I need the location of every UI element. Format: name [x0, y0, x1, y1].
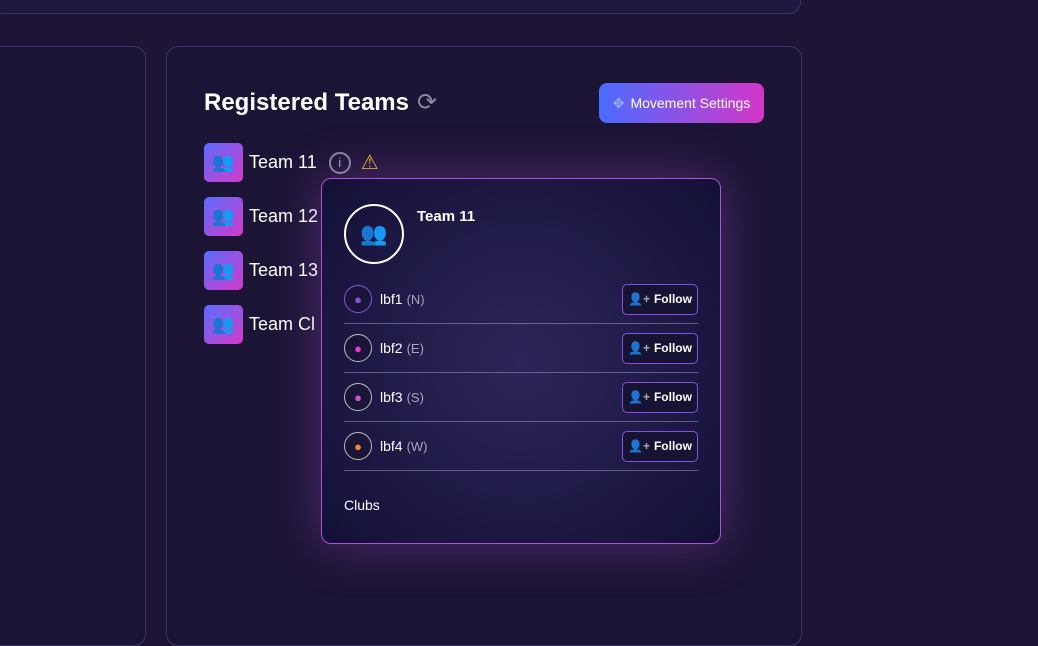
member-row: ● lbf4 (W) 👤+ Follow	[344, 422, 698, 471]
button-label: Movement Settings	[630, 95, 751, 111]
add-user-icon: 👤+	[628, 390, 650, 404]
team-avatar-icon: 👥	[204, 197, 243, 236]
add-user-icon: 👤+	[628, 341, 650, 355]
member-avatar-icon: ●	[344, 432, 372, 460]
team-item[interactable]: 👥 Team 13	[204, 251, 318, 290]
follow-button[interactable]: 👤+ Follow	[622, 283, 698, 315]
follow-button[interactable]: 👤+ Follow	[622, 430, 698, 462]
member-name: lbf2	[380, 340, 403, 356]
member-row: ● lbf2 (E) 👤+ Follow	[344, 324, 698, 373]
clubs-label: Clubs	[344, 497, 380, 513]
team-avatar-icon: 👥	[204, 251, 243, 290]
team-name: Team 11	[249, 152, 317, 172]
member-avatar-icon: ●	[344, 285, 372, 313]
team-avatar-icon: 👥	[204, 143, 243, 182]
page-title: Registered Teams ⟳	[204, 88, 437, 117]
member-avatar-icon: ●	[344, 334, 372, 362]
top-card	[0, 0, 801, 14]
add-user-icon: 👤+	[628, 439, 650, 453]
member-direction: (W)	[406, 438, 428, 454]
refresh-icon[interactable]: ⟳	[417, 88, 437, 117]
member-name: lbf3	[380, 389, 403, 405]
follow-label: Follow	[653, 439, 692, 453]
member-name: lbf1	[380, 291, 403, 307]
team-avatar-icon: 👥	[204, 305, 243, 344]
follow-button[interactable]: 👤+ Follow	[622, 332, 698, 364]
title-text: Registered Teams	[204, 88, 409, 116]
info-icon[interactable]: i	[328, 151, 351, 174]
team-name: Team Cl	[249, 314, 316, 334]
team-avatar-icon: 👥	[344, 204, 404, 264]
team-item[interactable]: 👥 Team Cl	[204, 305, 315, 344]
move-icon: ✥	[612, 94, 625, 111]
member-direction: (N)	[406, 291, 425, 307]
team-name: Team 12	[249, 206, 319, 226]
member-row: ● lbf3 (S) 👤+ Follow	[344, 373, 698, 422]
member-direction: (S)	[406, 389, 424, 405]
member-row: ● lbf1 (N) 👤+ Follow	[344, 275, 698, 324]
member-name: lbf4	[380, 438, 403, 454]
popover-team-name: Team 11	[417, 208, 476, 225]
movement-settings-button[interactable]: ✥ Movement Settings	[599, 83, 764, 123]
follow-button[interactable]: 👤+ Follow	[622, 381, 698, 413]
add-user-icon: 👤+	[628, 292, 650, 306]
follow-label: Follow	[653, 292, 692, 306]
team-item[interactable]: 👥 Team 11 i ⚠	[204, 143, 379, 182]
warning-icon: ⚠	[360, 152, 379, 174]
follow-label: Follow	[653, 390, 692, 404]
team-name: Team 13	[249, 260, 319, 280]
left-panel	[0, 46, 146, 646]
member-avatar-icon: ●	[344, 383, 372, 411]
follow-label: Follow	[653, 341, 692, 355]
team-popover: 👥 Team 11 ● lbf1 (N) 👤+ Follow ● lbf2 (E)…	[321, 178, 721, 544]
team-item[interactable]: 👥 Team 12	[204, 197, 318, 236]
member-direction: (E)	[406, 340, 424, 356]
